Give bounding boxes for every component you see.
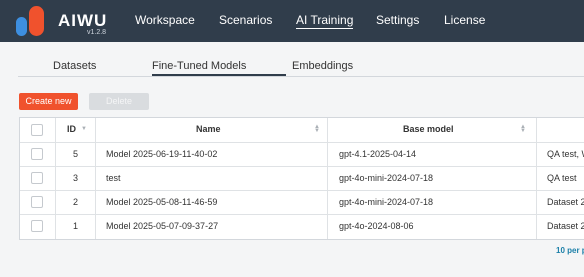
table-header-row: ID ▼ Name ▲ ▼ Base model ▲ ▼ [20,118,584,143]
row-name: Model 2025-06-19-11-40-02 [106,149,218,159]
row-dataset: Dataset 2 [547,197,584,207]
tab-datasets[interactable]: Datasets [53,60,96,72]
row-name: Model 2025-05-07-09-37-27 [106,221,219,231]
column-header-name[interactable]: Name [196,124,221,134]
nav-ai-training[interactable]: AI Training [296,13,354,29]
sort-desc-icon[interactable]: ▼ [81,126,87,132]
nav-settings[interactable]: Settings [376,13,419,27]
row-name: test [106,173,121,183]
row-checkbox[interactable] [31,220,43,232]
top-nav-bar: AIWU v1.2.8 Workspace Scenarios AI Train… [0,0,584,42]
sort-icon[interactable]: ▲ ▼ [314,124,320,134]
per-page-select[interactable]: 10 per p [556,246,584,255]
select-all-checkbox[interactable] [31,124,43,136]
row-id: 1 [73,221,79,231]
tab-embeddings[interactable]: Embeddings [292,60,353,72]
sort-icon[interactable]: ▲ ▼ [520,124,526,134]
row-name: Model 2025-05-08-11-46-59 [106,197,218,207]
column-header-id[interactable]: ID [67,124,76,134]
table-row[interactable]: 3 test gpt-4o-mini-2024-07-18 QA test [20,166,584,191]
table-row[interactable]: 1 Model 2025-05-07-09-37-27 gpt-4o-2024-… [20,214,584,238]
row-checkbox[interactable] [31,196,43,208]
row-checkbox[interactable] [31,172,43,184]
column-header-base-model[interactable]: Base model [403,124,454,134]
row-id: 5 [73,149,79,159]
table-row[interactable]: 5 Model 2025-06-19-11-40-02 gpt-4.1-2025… [20,142,584,167]
active-tab-indicator [152,74,286,76]
nav-workspace[interactable]: Workspace [135,13,195,27]
row-id: 3 [73,173,79,183]
row-checkbox[interactable] [31,148,43,160]
row-dataset: Dataset 2 [547,221,584,231]
create-new-button[interactable]: Create new [19,93,78,110]
row-dataset: QA test [547,173,577,183]
tab-fine-tuned-models[interactable]: Fine-Tuned Models [152,60,246,72]
row-base-model: gpt-4o-mini-2024-07-18 [339,173,434,183]
brand-name[interactable]: AIWU [58,11,107,31]
aiwu-logo-icon[interactable] [16,6,50,36]
row-dataset: QA test, W [547,149,584,159]
sub-tabs: Datasets Fine-Tuned Models Embeddings [18,54,584,77]
row-base-model: gpt-4o-mini-2024-07-18 [339,197,434,207]
nav-scenarios[interactable]: Scenarios [219,13,272,27]
nav-license[interactable]: License [444,13,485,27]
row-base-model: gpt-4.1-2025-04-14 [339,149,417,159]
models-table: ID ▼ Name ▲ ▼ Base model ▲ ▼ 5 Model 2025-… [19,117,584,240]
table-row[interactable]: 2 Model 2025-05-08-11-46-59 gpt-4o-mini-… [20,190,584,215]
delete-button[interactable]: Delete [89,93,149,110]
row-base-model: gpt-4o-2024-08-06 [339,221,414,231]
row-id: 2 [73,197,79,207]
version-label: v1.2.8 [87,29,107,36]
